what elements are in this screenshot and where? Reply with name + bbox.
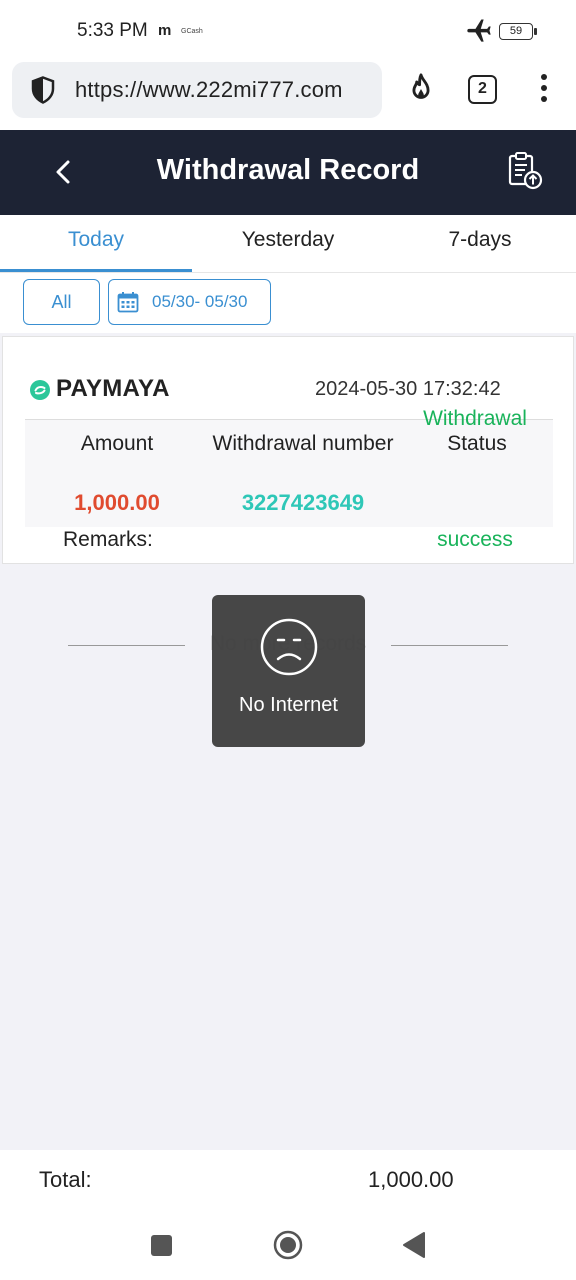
withdrawal-number-value: 3227423649: [241, 490, 365, 515]
active-tab-indicator: [0, 269, 192, 272]
column-header-withdrawal-number: Withdrawal number: [212, 432, 394, 455]
divider-line-right: [391, 645, 508, 646]
page-header: Withdrawal Record: [0, 130, 576, 215]
system-navigation-bar: [0, 1210, 576, 1280]
record-datetime: 2024-05-30 17:32:42: [315, 378, 501, 400]
column-header-status: Status: [447, 432, 507, 455]
no-internet-toast: No Internet: [212, 595, 365, 747]
url-text[interactable]: https://www.222mi777.com: [75, 77, 343, 103]
carrier-logo: m: [158, 22, 172, 39]
filter-bar: All 05/30- 05/30: [0, 273, 576, 333]
date-tabs: Today Yesterday 7-days: [0, 215, 576, 273]
remarks-label: Remarks:: [63, 528, 153, 551]
filter-all-button[interactable]: All: [23, 279, 100, 325]
column-header-amount: Amount: [80, 432, 154, 455]
calendar-icon: [117, 292, 139, 313]
menu-dots-icon[interactable]: [538, 74, 550, 108]
url-bar[interactable]: https://www.222mi777.com: [12, 62, 382, 118]
battery-icon: 59: [499, 23, 537, 40]
date-range-text: 05/30- 05/30: [152, 292, 248, 311]
browser-toolbar: https://www.222mi777.com 2: [0, 62, 576, 130]
tab-yesterday[interactable]: Yesterday: [192, 215, 384, 273]
tab-today[interactable]: Today: [0, 215, 192, 273]
amount-value: 1,000.00: [74, 490, 160, 515]
recent-apps-button[interactable]: [151, 1235, 172, 1256]
status-value-line1: Withdrawal: [423, 407, 527, 430]
total-value: 1,000.00: [368, 1167, 454, 1192]
fire-icon[interactable]: [404, 72, 438, 106]
tab-7-days[interactable]: 7-days: [384, 215, 576, 273]
status-bar: 5:33 PM m GCash 59: [0, 0, 576, 62]
total-label: Total:: [39, 1167, 92, 1192]
back-triangle-icon[interactable]: [402, 1231, 426, 1259]
date-range-button[interactable]: 05/30- 05/30: [108, 279, 271, 325]
airplane-icon: [467, 19, 491, 42]
record-details-table: Amount Withdrawal number Status 1,000.00…: [25, 419, 553, 527]
page-title: Withdrawal Record: [156, 154, 420, 186]
status-value-line2: success: [437, 528, 513, 551]
total-bar: Total: 1,000.00: [0, 1150, 576, 1210]
tab-switcher-button[interactable]: 2: [468, 75, 497, 104]
status-time: 5:33 PM: [77, 20, 148, 41]
paymaya-logo-icon: [30, 380, 50, 400]
toast-message: No Internet: [239, 694, 338, 716]
shield-icon[interactable]: [28, 75, 58, 105]
withdrawal-record-card[interactable]: PAYMAYA 2024-05-30 17:32:42 Amount Withd…: [2, 336, 574, 564]
gcash-notification-icon: GCash: [181, 28, 203, 35]
home-button[interactable]: [273, 1230, 303, 1260]
sad-face-icon: [260, 618, 318, 676]
clipboard-upload-icon[interactable]: [503, 150, 545, 192]
payment-method-name: PAYMAYA: [56, 375, 170, 402]
